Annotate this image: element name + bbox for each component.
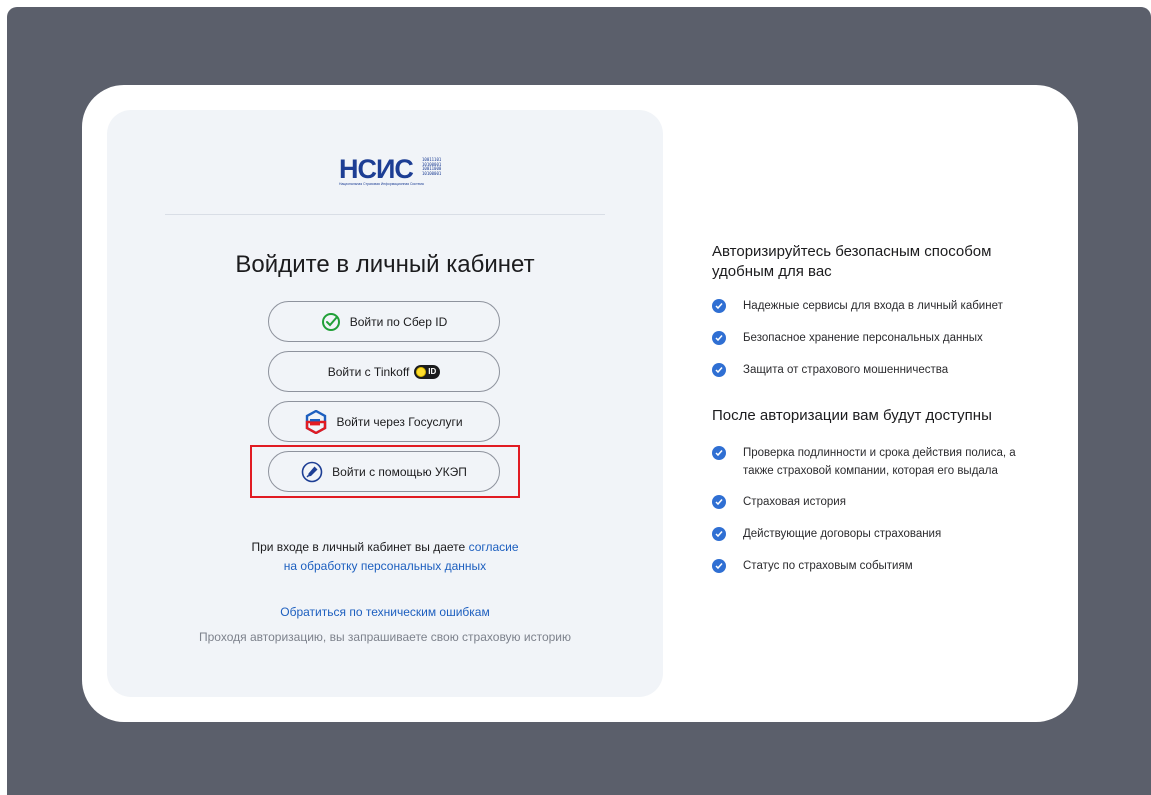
nsis-logo: НСИС 10011101 10100001 10011000 10100001… bbox=[339, 154, 449, 187]
check-icon bbox=[712, 363, 726, 377]
login-modal: НСИС 10011101 10100001 10011000 10100001… bbox=[82, 85, 1078, 722]
tinkoff-id-badge-icon: ID bbox=[414, 364, 441, 379]
personal-data-link[interactable]: на обработку персональных данных bbox=[284, 559, 486, 573]
tinkoff-shield-icon bbox=[416, 366, 427, 377]
sber-id-button[interactable]: Войти по Сбер ID bbox=[268, 301, 500, 342]
feature-item: Действующие договоры страхования bbox=[712, 525, 1052, 543]
sber-id-label: Войти по Сбер ID bbox=[349, 314, 448, 329]
check-icon bbox=[712, 299, 726, 313]
tinkoff-id-button[interactable]: Войти с Tinkoff ID bbox=[268, 351, 500, 392]
feature-item: Страховая история bbox=[712, 493, 1052, 511]
check-icon bbox=[712, 527, 726, 541]
login-panel: НСИС 10011101 10100001 10011000 10100001… bbox=[107, 110, 663, 697]
feature-item: Безопасное хранение персональных данных bbox=[712, 329, 1052, 347]
feature-item: Статус по страховым событиям bbox=[712, 557, 1052, 575]
gosuslugi-label: Войти через Госуслуги bbox=[336, 414, 463, 429]
check-icon bbox=[712, 446, 726, 460]
feature-item: Надежные сервисы для входа в личный каби… bbox=[712, 297, 1052, 315]
gosuslugi-button[interactable]: Войти через Госуслуги bbox=[268, 401, 500, 442]
logo-bits: 10011101 10100001 10011000 10100001 bbox=[422, 157, 442, 176]
login-title: Войдите в личный кабинет bbox=[235, 251, 535, 278]
tinkoff-id-label: Войти с Tinkoff bbox=[327, 364, 410, 379]
check-icon bbox=[712, 495, 726, 509]
logo-divider bbox=[165, 214, 605, 215]
gosuslugi-logo-icon bbox=[305, 409, 327, 434]
tech-support-link[interactable]: Обратиться по техническим ошибкам bbox=[107, 605, 663, 619]
check-icon bbox=[712, 559, 726, 573]
history-note: Проходя авторизацию, вы запрашиваете сво… bbox=[199, 630, 571, 644]
feature-item: Защита от страхового мошенничества bbox=[712, 361, 1052, 379]
consent-text: При входе в личный кабинет вы даете согл… bbox=[251, 540, 519, 573]
consent-link[interactable]: согласие bbox=[469, 540, 519, 554]
check-icon bbox=[712, 331, 726, 345]
logo-brand: НСИС bbox=[339, 154, 414, 184]
feature-item: Проверка подлинности и срока действия по… bbox=[712, 444, 1052, 480]
info-heading-available: После авторизации вам будут доступны bbox=[712, 407, 992, 424]
info-heading-security: Авторизируйтесь безопасным способом удоб… bbox=[712, 243, 992, 280]
sber-logo-icon bbox=[321, 312, 341, 332]
logo-subtitle: Национальная Страховая Информационная Си… bbox=[339, 182, 424, 186]
ukep-highlight-frame bbox=[250, 445, 520, 498]
